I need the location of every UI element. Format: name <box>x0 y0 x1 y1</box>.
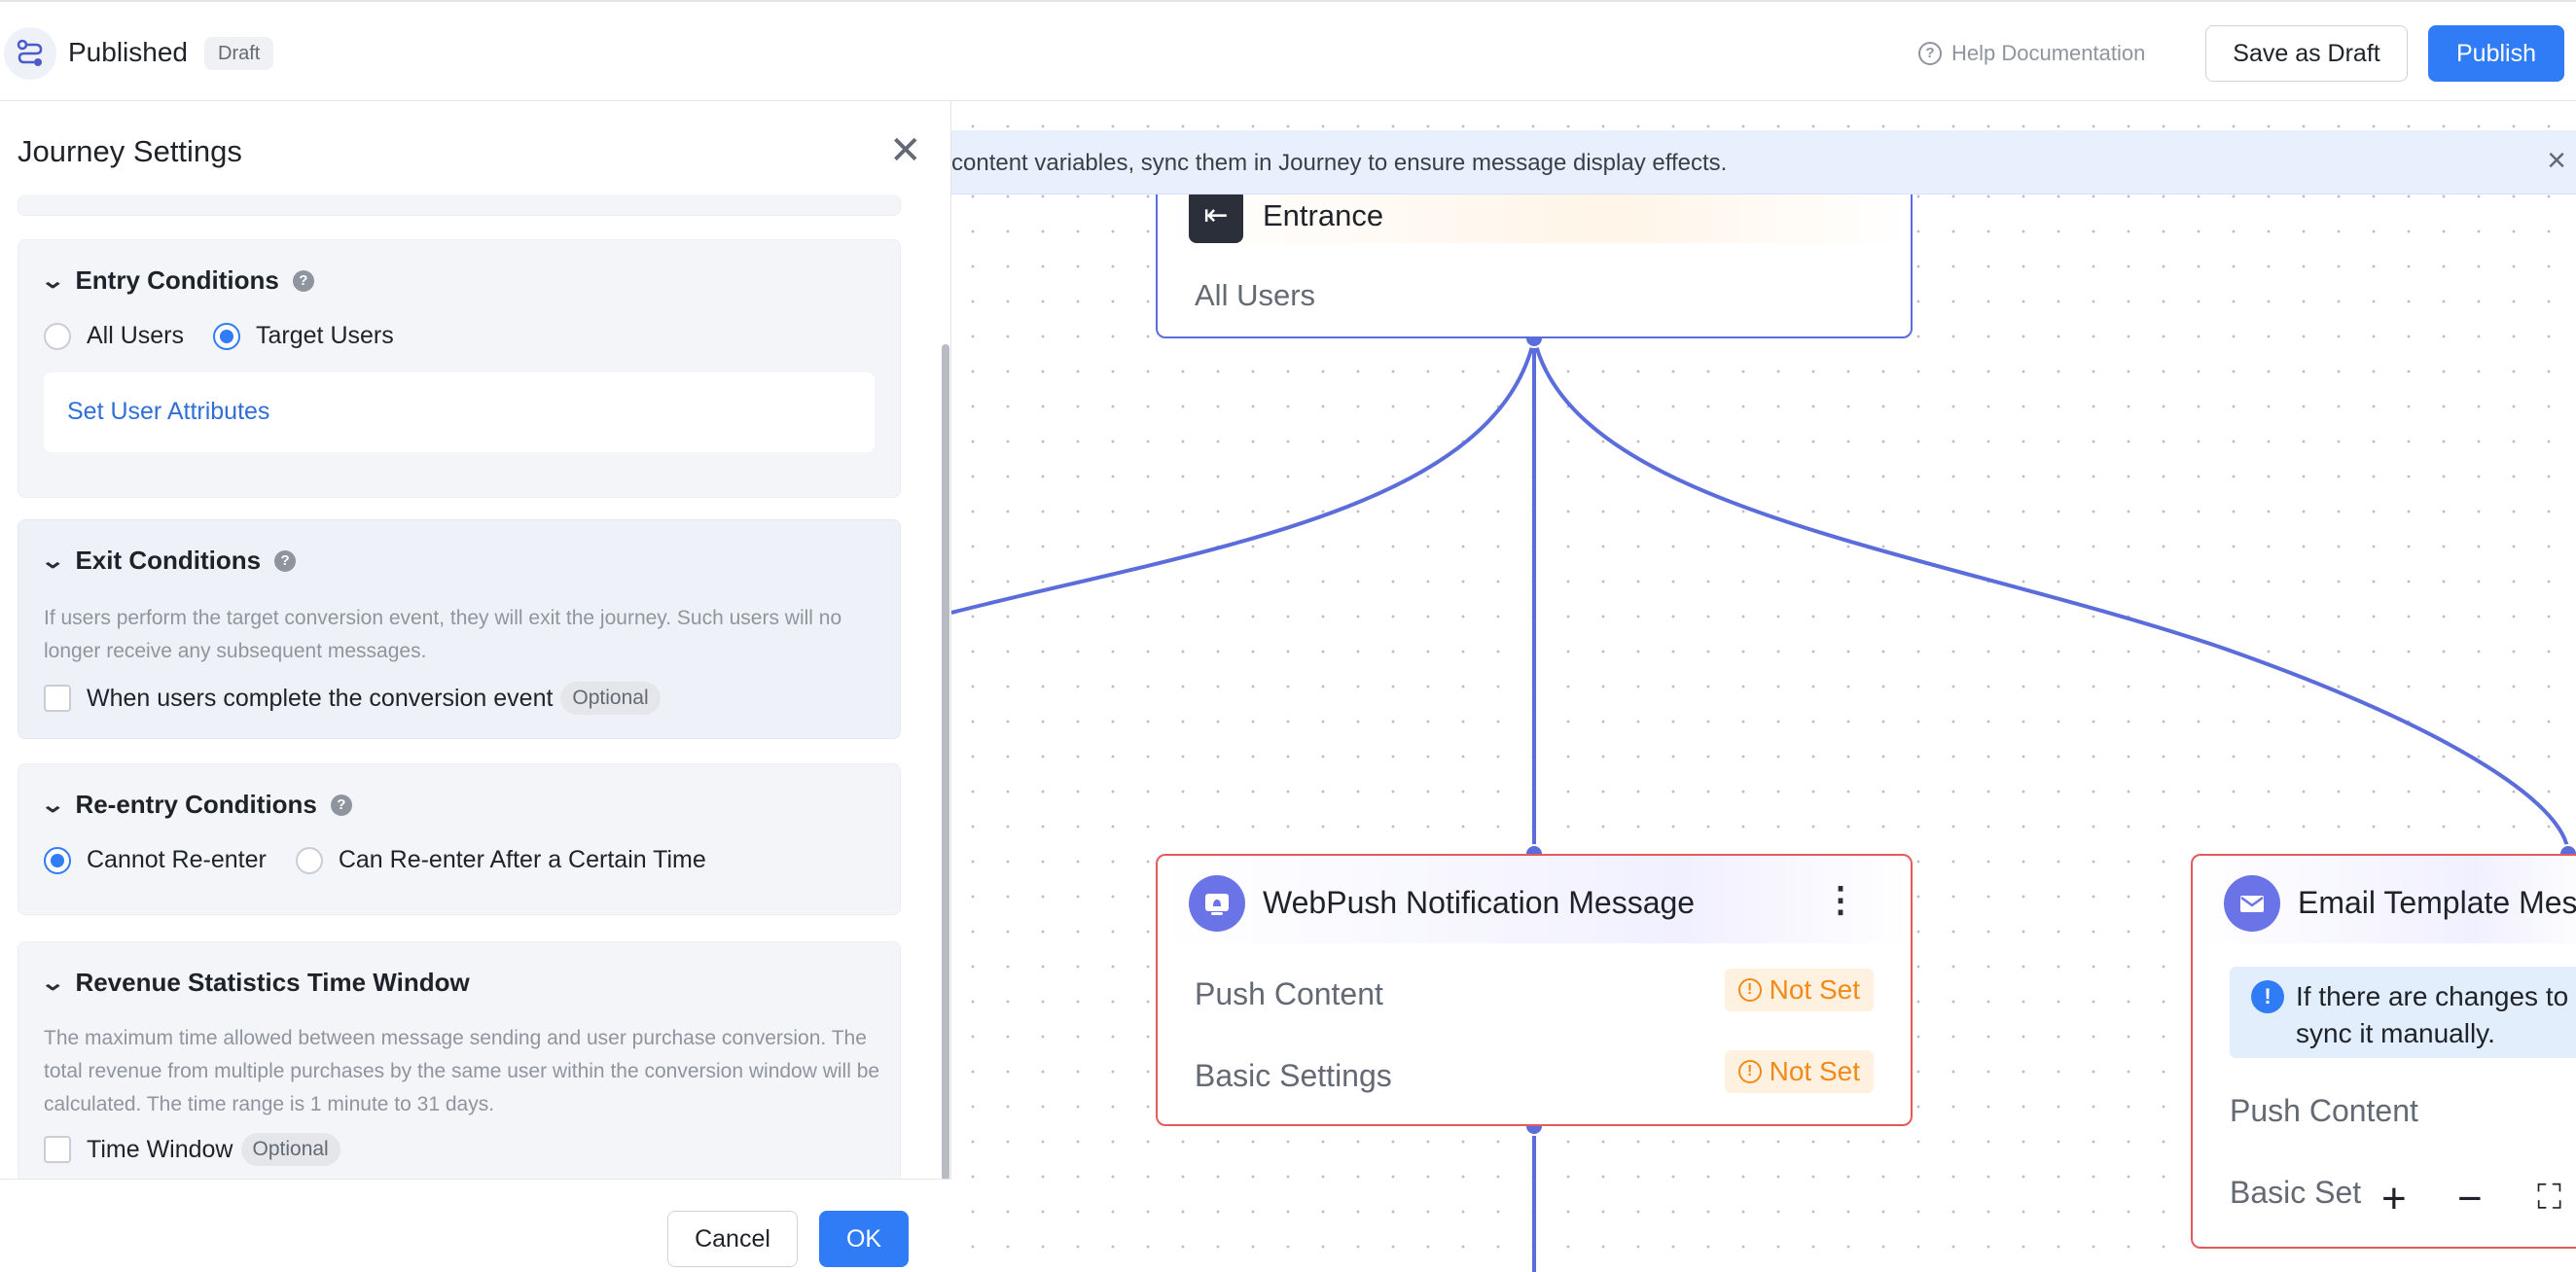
warning-icon: ! <box>1737 1060 1762 1083</box>
help-icon[interactable]: ? <box>274 549 297 572</box>
radio-cannot-reenter[interactable] <box>44 846 71 874</box>
panel-scrollbar[interactable] <box>942 344 949 1181</box>
top-bar: Published Draft ? Help Documentation Sav… <box>0 0 2576 101</box>
conversion-event-label[interactable]: When users complete the conversion event <box>87 685 553 713</box>
zoom-out-button[interactable]: − <box>2457 1175 2483 1223</box>
exit-conditions-title: Exit Conditions <box>75 546 262 575</box>
previous-section-edge <box>18 194 901 216</box>
sync-notice-banner: content variables, sync them in Journey … <box>951 130 2576 194</box>
push-content-label: Push Content <box>1195 976 1383 1011</box>
basic-settings-label: Basic Settings <box>1195 1058 1392 1093</box>
push-content-status: Not Set <box>1769 974 1860 1005</box>
time-window-label[interactable]: Time Window <box>87 1136 233 1164</box>
optional-tag: Optional <box>240 1133 340 1166</box>
ok-button[interactable]: OK <box>819 1211 909 1267</box>
email-basic-settings-label: Basic Set <box>2230 1175 2362 1210</box>
help-icon[interactable]: ? <box>292 269 314 292</box>
revenue-window-header[interactable]: ⌄ Revenue Statistics Time Window <box>40 968 470 998</box>
reentry-radio-group: Cannot Re-enter Can Re-enter After a Cer… <box>44 846 706 874</box>
entrance-icon: ⇤ <box>1189 189 1243 243</box>
entry-radio-group: All Users Target Users <box>44 322 394 350</box>
entrance-audience: All Users <box>1195 278 1316 312</box>
revenue-window-section: ⌄ Revenue Statistics Time Window The max… <box>18 941 901 1186</box>
help-icon: ? <box>1918 42 1942 65</box>
edge-left-branch <box>951 337 1536 615</box>
entry-conditions-title: Entry Conditions <box>75 265 279 295</box>
entry-conditions-header[interactable]: ⌄ Entry Conditions ? <box>40 265 314 296</box>
close-icon[interactable]: × <box>2547 142 2566 180</box>
email-push-content-label: Push Content <box>2230 1093 2418 1128</box>
basic-settings-status: Not Set <box>1769 1056 1860 1086</box>
help-icon[interactable]: ? <box>330 794 352 816</box>
save-as-draft-button[interactable]: Save as Draft <box>2205 25 2408 82</box>
time-window-checkbox[interactable] <box>44 1136 71 1163</box>
radio-can-reenter-label[interactable]: Can Re-enter After a Certain Time <box>339 846 706 874</box>
edge-right-branch <box>1532 337 2570 855</box>
status-badge: Draft <box>204 37 274 70</box>
chevron-down-icon: ⌄ <box>40 792 66 817</box>
fit-view-icon[interactable]: ⛶ <box>2537 1177 2561 1219</box>
email-note-text: If there are changes to sync it manually… <box>2296 981 2569 1048</box>
push-content-status-badge[interactable]: ! Not Set <box>1724 969 1874 1011</box>
chevron-down-icon: ⌄ <box>40 267 66 293</box>
help-documentation-link[interactable]: ? Help Documentation <box>1918 41 2145 66</box>
publish-button[interactable]: Publish <box>2428 25 2564 82</box>
chevron-down-icon: ⌄ <box>40 548 66 573</box>
optional-tag: Optional <box>560 682 661 715</box>
journey-canvas[interactable]: content variables, sync them in Journey … <box>951 101 2576 1272</box>
email-title: Email Template Mes <box>2298 885 2576 920</box>
exit-checkbox-row[interactable]: When users complete the conversion event… <box>44 682 661 715</box>
time-window-checkbox-row[interactable]: Time Window Optional <box>44 1133 340 1166</box>
mail-icon <box>2224 875 2280 932</box>
revenue-window-title: Revenue Statistics Time Window <box>75 968 470 997</box>
user-attributes-box: Set User Attributes <box>44 372 875 452</box>
close-icon[interactable]: ✕ <box>889 128 922 173</box>
radio-all-users-label[interactable]: All Users <box>87 322 184 350</box>
reentry-conditions-title: Re-entry Conditions <box>75 790 317 819</box>
panel-title: Journey Settings <box>18 134 242 168</box>
webpush-node[interactable]: WebPush Notification Message ⋮ Push Cont… <box>1156 854 1913 1126</box>
warning-icon: ! <box>1737 978 1762 1002</box>
reentry-conditions-header[interactable]: ⌄ Re-entry Conditions ? <box>40 790 352 820</box>
radio-all-users[interactable] <box>44 322 71 350</box>
basic-settings-status-badge[interactable]: ! Not Set <box>1724 1050 1874 1093</box>
exit-conditions-description: If users perform the target conversion e… <box>44 607 842 662</box>
email-sync-note: ! If there are changes to sync it manual… <box>2230 967 2576 1058</box>
webpush-icon <box>1189 875 1245 932</box>
chevron-down-icon: ⌄ <box>40 970 66 995</box>
radio-can-reenter[interactable] <box>295 846 323 874</box>
exit-conditions-header[interactable]: ⌄ Exit Conditions ? <box>40 546 297 576</box>
more-options-icon[interactable]: ⋮ <box>1823 879 1858 920</box>
help-documentation-label: Help Documentation <box>1951 41 2146 65</box>
cancel-button[interactable]: Cancel <box>667 1211 798 1267</box>
radio-target-users-label[interactable]: Target Users <box>256 322 394 350</box>
banner-text: content variables, sync them in Journey … <box>951 150 1728 176</box>
revenue-window-description: The maximum time allowed between message… <box>44 1027 880 1115</box>
radio-target-users[interactable] <box>213 322 241 350</box>
webpush-title: WebPush Notification Message <box>1263 885 1696 920</box>
journey-flow-icon[interactable] <box>4 27 56 80</box>
info-icon: ! <box>2251 980 2284 1013</box>
entry-conditions-section: ⌄ Entry Conditions ? All Users Target Us… <box>18 239 901 498</box>
page-title: Published <box>68 37 188 67</box>
entrance-title: Entrance <box>1263 198 1384 232</box>
set-user-attributes-link[interactable]: Set User Attributes <box>67 398 269 426</box>
zoom-in-button[interactable]: + <box>2381 1175 2407 1223</box>
panel-footer: Cancel OK <box>0 1179 951 1272</box>
radio-cannot-reenter-label[interactable]: Cannot Re-enter <box>87 846 267 874</box>
conversion-event-checkbox[interactable] <box>44 685 71 712</box>
journey-settings-panel: Journey Settings ✕ ⌄ Entry Conditions ? … <box>0 101 951 1272</box>
reentry-conditions-section: ⌄ Re-entry Conditions ? Cannot Re-enter … <box>18 763 901 915</box>
exit-conditions-section: ⌄ Exit Conditions ? If users perform the… <box>18 519 901 739</box>
